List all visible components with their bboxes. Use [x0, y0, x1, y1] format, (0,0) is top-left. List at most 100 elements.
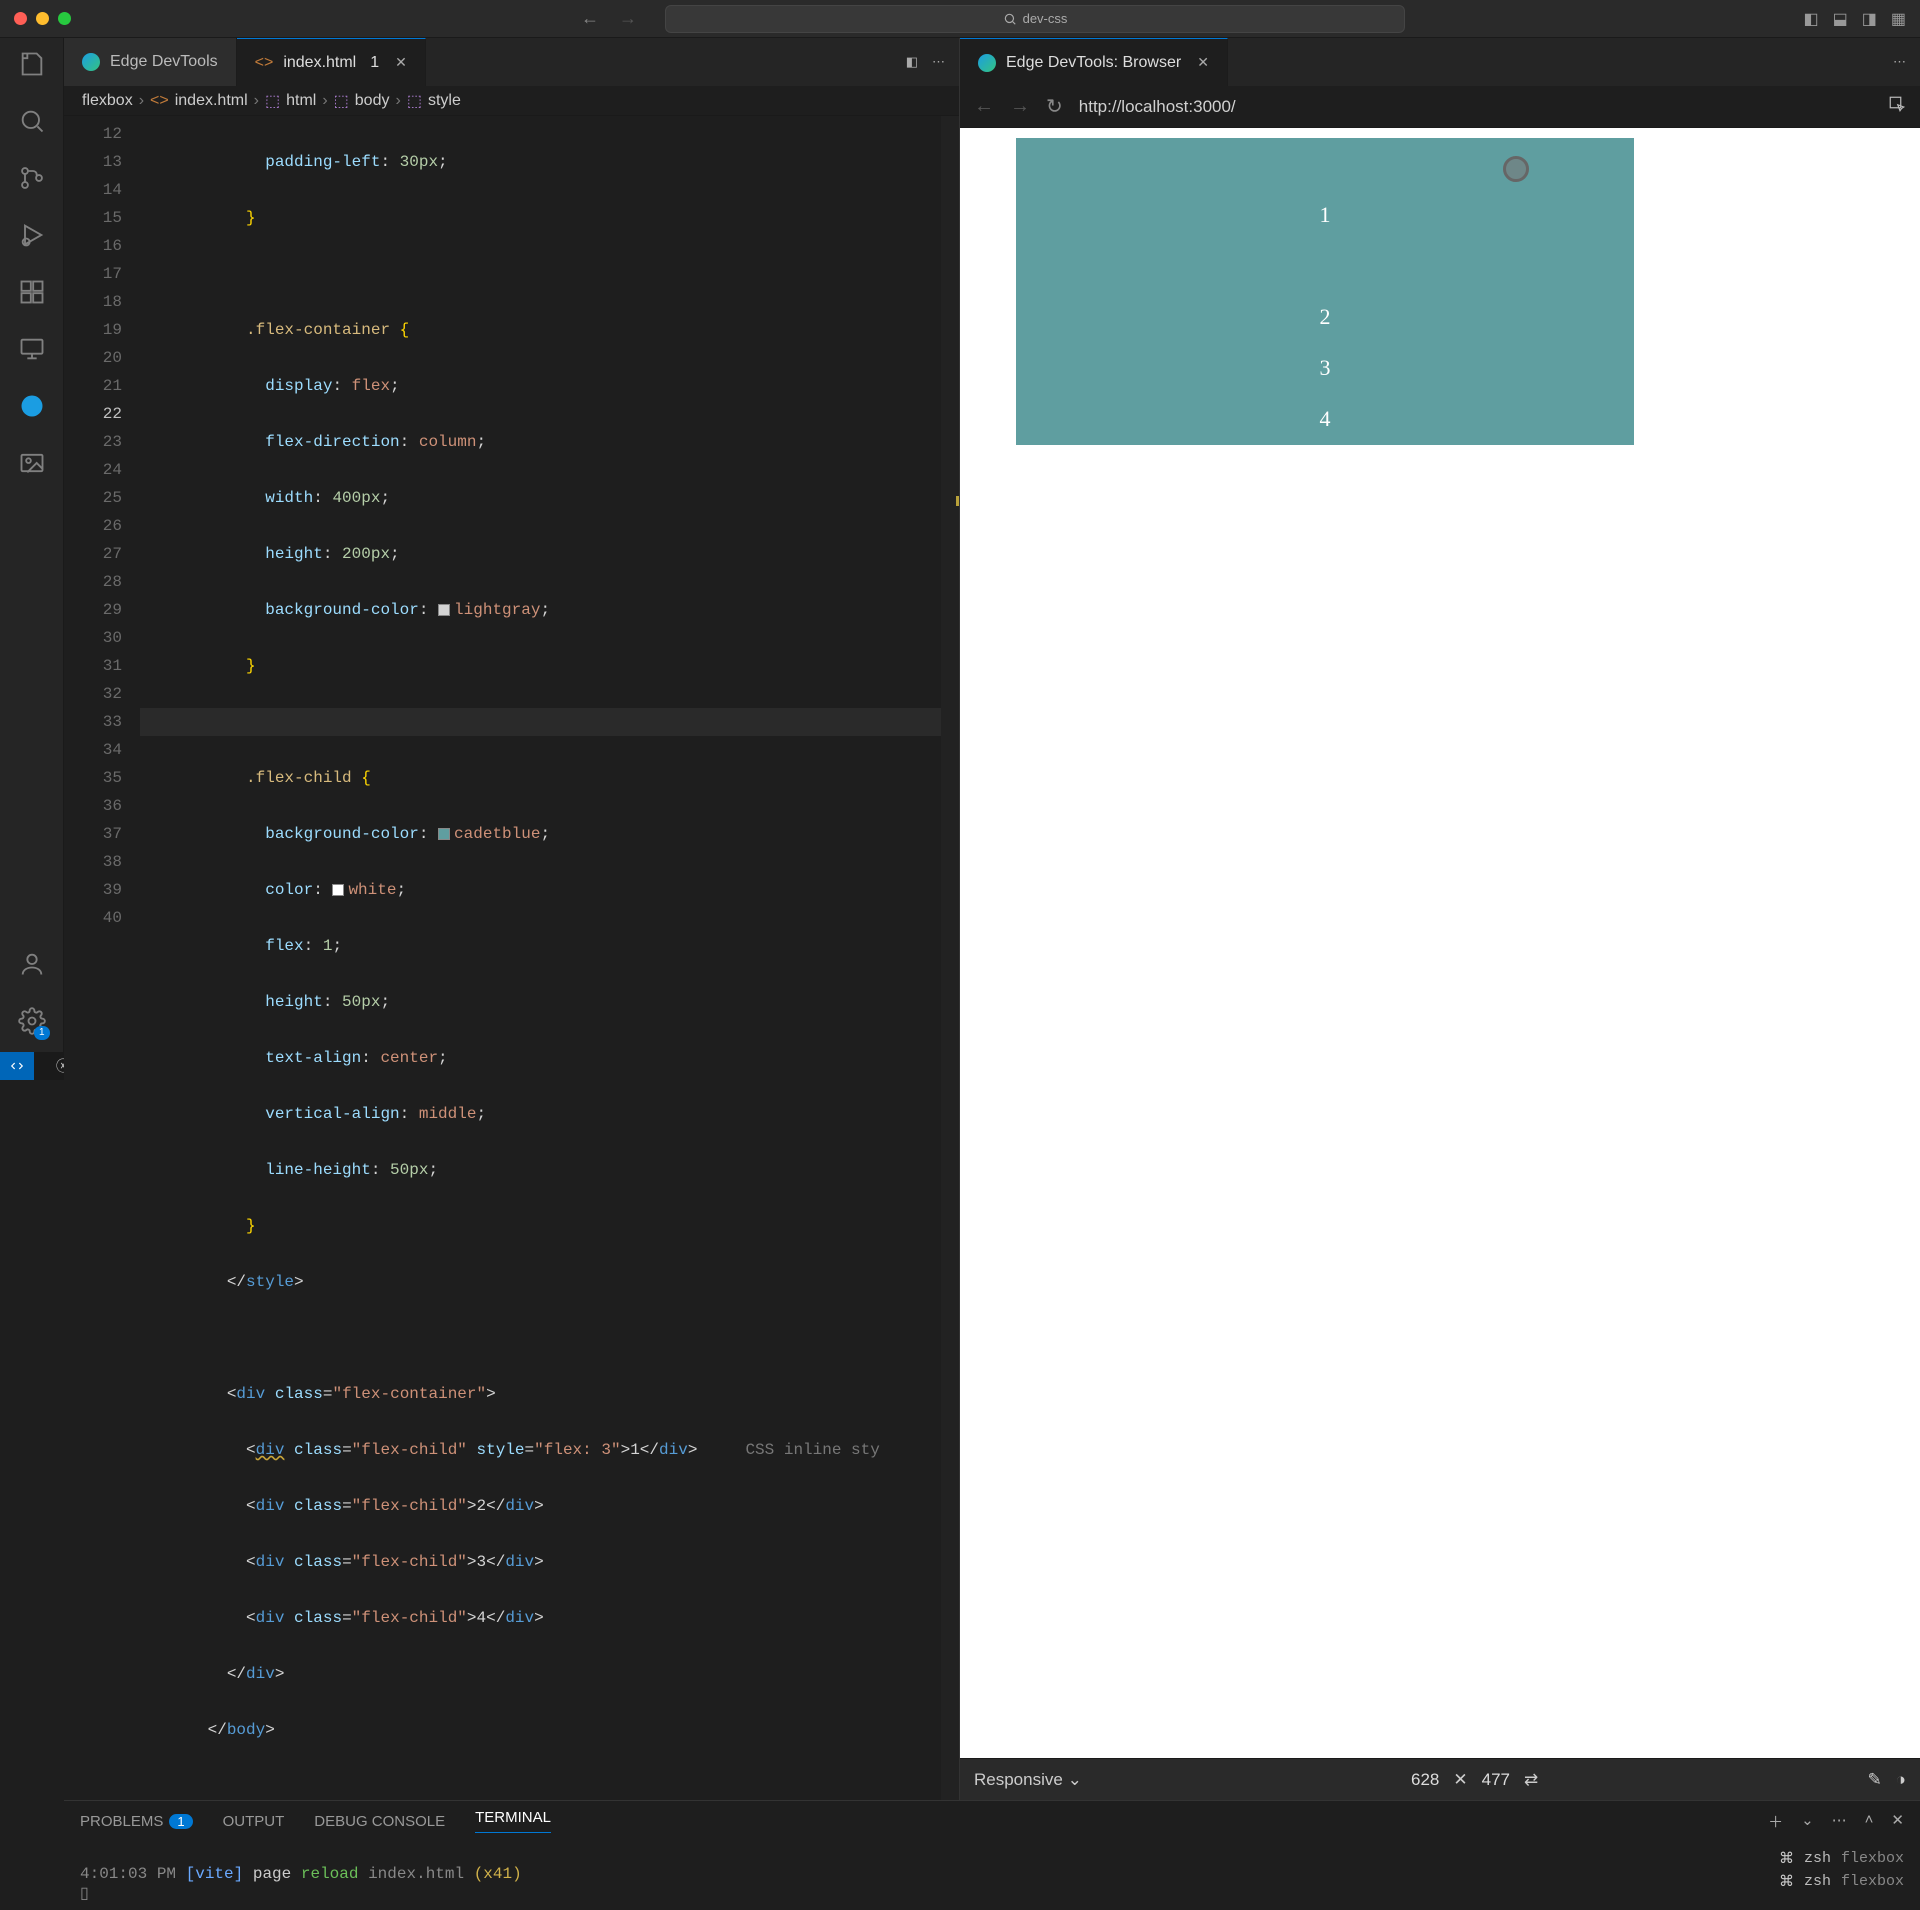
- preview-flex-container: 1 2 3 4: [1016, 138, 1634, 445]
- activity-bar: [0, 38, 64, 1052]
- split-terminal-icon[interactable]: ⌄: [1801, 1811, 1814, 1832]
- breadcrumb-item[interactable]: style: [428, 92, 461, 110]
- remote-explorer-icon[interactable]: [18, 335, 46, 366]
- html-file-icon: <>: [150, 92, 169, 110]
- tab-output[interactable]: OUTPUT: [223, 1813, 285, 1830]
- reload-icon[interactable]: ↻: [1046, 94, 1063, 119]
- search-icon: [1003, 11, 1017, 27]
- tab-index-html[interactable]: <> index.html 1 ✕: [237, 38, 426, 86]
- code-content[interactable]: padding-left: 30px; } .flex-container { …: [140, 116, 959, 1800]
- close-panel-icon[interactable]: ✕: [1891, 1811, 1904, 1832]
- breadcrumb-item[interactable]: flexbox: [82, 92, 133, 110]
- viewport-width[interactable]: 628: [1411, 1770, 1439, 1790]
- edit-icon[interactable]: ✎: [1867, 1770, 1881, 1790]
- command-center-text: dev-css: [1023, 11, 1068, 26]
- terminal-icon: ⌘: [1779, 1872, 1794, 1891]
- maximize-window-icon[interactable]: [58, 12, 71, 25]
- device-select[interactable]: Responsive ⌄: [974, 1770, 1082, 1790]
- tab-edge-browser[interactable]: Edge DevTools: Browser ✕: [960, 38, 1228, 86]
- tab-problems[interactable]: PROBLEMS1: [80, 1813, 193, 1830]
- maximize-panel-icon[interactable]: ˄: [1865, 1811, 1874, 1832]
- terminal[interactable]: 4:01:03 PM [vite] page reload index.html…: [64, 1841, 1920, 1909]
- chevron-right-icon: ›: [139, 92, 144, 110]
- more-device-icon[interactable]: ◑: [1896, 1770, 1906, 1790]
- preview-item: 4: [1320, 406, 1331, 432]
- preview-item: 3: [1320, 355, 1331, 381]
- panel-right-icon[interactable]: ◨: [1862, 9, 1877, 29]
- tab-edge-devtools[interactable]: Edge DevTools: [64, 38, 237, 86]
- panel-left-icon[interactable]: ◧: [1804, 9, 1819, 29]
- url-bar[interactable]: http://localhost:3000/: [1079, 97, 1872, 117]
- explorer-icon[interactable]: [18, 50, 46, 81]
- browser-viewport[interactable]: 1 2 3 4: [960, 128, 1920, 1758]
- problems-badge: 1: [169, 1814, 192, 1829]
- run-debug-icon[interactable]: [18, 221, 46, 252]
- breadcrumb-item[interactable]: html: [286, 92, 316, 110]
- new-terminal-icon[interactable]: ＋: [1768, 1811, 1783, 1832]
- terminal-entry[interactable]: ⌘zsh flexbox: [1779, 1847, 1904, 1870]
- preview-item: 1: [1320, 202, 1331, 228]
- account-icon[interactable]: [18, 950, 46, 981]
- more-actions-icon[interactable]: ⋯: [932, 54, 945, 70]
- bottom-panel: PROBLEMS1 OUTPUT DEBUG CONSOLE TERMINAL …: [64, 1800, 1920, 1909]
- remote-indicator[interactable]: [0, 1052, 34, 1080]
- edge-icon: [978, 54, 996, 72]
- inspect-icon[interactable]: [1888, 95, 1906, 118]
- terminal-entry[interactable]: ⌘zsh flexbox: [1779, 1870, 1904, 1893]
- extensions-icon[interactable]: [18, 278, 46, 309]
- cursor-indicator-icon: [1503, 156, 1529, 182]
- preview-pane: Edge DevTools: Browser ✕ ⋯ ← → ↻ http://…: [960, 38, 1920, 1800]
- preview-item: 2: [1320, 304, 1331, 330]
- source-control-icon[interactable]: [18, 164, 46, 195]
- panel-bottom-icon[interactable]: ⬓: [1833, 9, 1848, 29]
- viewport-height[interactable]: 477: [1482, 1770, 1510, 1790]
- close-icon[interactable]: ✕: [1197, 54, 1209, 71]
- dimension-separator-icon: ✕: [1453, 1770, 1467, 1790]
- more-actions-icon[interactable]: ⋯: [1893, 54, 1906, 70]
- editor-tabs: Edge DevTools <> index.html 1 ✕ ◧ ⋯: [64, 38, 959, 86]
- browser-back-icon[interactable]: ←: [974, 95, 994, 118]
- terminal-icon: ⌘: [1779, 1849, 1794, 1868]
- chevron-down-icon: ⌄: [1068, 1770, 1082, 1789]
- breadcrumb[interactable]: flexbox › <> index.html › ⬚ html › ⬚ bod…: [64, 86, 959, 116]
- terminal-list: ⌘zsh flexbox ⌘zsh flexbox: [1779, 1847, 1904, 1903]
- tab-terminal[interactable]: TERMINAL: [475, 1809, 551, 1833]
- image-icon[interactable]: [18, 449, 46, 480]
- command-center[interactable]: dev-css: [665, 5, 1405, 33]
- rotate-icon[interactable]: ⇄: [1524, 1770, 1538, 1790]
- breadcrumb-item[interactable]: body: [355, 92, 390, 110]
- chevron-right-icon: ›: [322, 92, 327, 110]
- close-icon[interactable]: ✕: [395, 54, 407, 71]
- browser-toolbar: ← → ↻ http://localhost:3000/: [960, 86, 1920, 128]
- tab-label: index.html: [283, 54, 356, 72]
- minimize-window-icon[interactable]: [36, 12, 49, 25]
- tab-dirty-count: 1: [370, 54, 379, 72]
- tab-label: Edge DevTools: Browser: [1006, 54, 1181, 72]
- search-activity-icon[interactable]: [18, 107, 46, 138]
- symbol-icon: ⬚: [334, 91, 349, 111]
- layout-icon[interactable]: ▦: [1891, 9, 1906, 29]
- minimap[interactable]: [941, 116, 959, 1800]
- edge-devtools-icon[interactable]: [18, 392, 46, 423]
- window-controls: [14, 12, 71, 25]
- symbol-icon: ⬚: [407, 91, 422, 111]
- tab-debug-console[interactable]: DEBUG CONSOLE: [314, 1813, 445, 1830]
- nav-forward-icon[interactable]: →: [619, 8, 637, 29]
- split-editor-icon[interactable]: ◧: [906, 54, 918, 70]
- panel-tabs: PROBLEMS1 OUTPUT DEBUG CONSOLE TERMINAL …: [64, 1801, 1920, 1841]
- tab-label: Edge DevTools: [110, 53, 218, 71]
- html-file-icon: <>: [255, 54, 274, 72]
- browser-forward-icon[interactable]: →: [1010, 95, 1030, 118]
- code-editor[interactable]: 1213141516171819202122232425262728293031…: [64, 116, 959, 1800]
- nav-back-icon[interactable]: ←: [581, 8, 599, 29]
- close-window-icon[interactable]: [14, 12, 27, 25]
- titlebar: ← → dev-css ◧ ⬓ ◨ ▦: [0, 0, 1920, 38]
- line-number-gutter: 1213141516171819202122232425262728293031…: [64, 116, 140, 1800]
- settings-icon[interactable]: [18, 1007, 46, 1038]
- more-terminal-icon[interactable]: ⋯: [1832, 1811, 1847, 1832]
- breadcrumb-item[interactable]: index.html: [175, 92, 248, 110]
- chevron-right-icon: ›: [395, 92, 400, 110]
- device-toolbar: Responsive ⌄ 628 ✕ 477 ⇄ ✎ ◑: [960, 1758, 1920, 1800]
- edge-icon: [82, 53, 100, 71]
- symbol-icon: ⬚: [265, 91, 280, 111]
